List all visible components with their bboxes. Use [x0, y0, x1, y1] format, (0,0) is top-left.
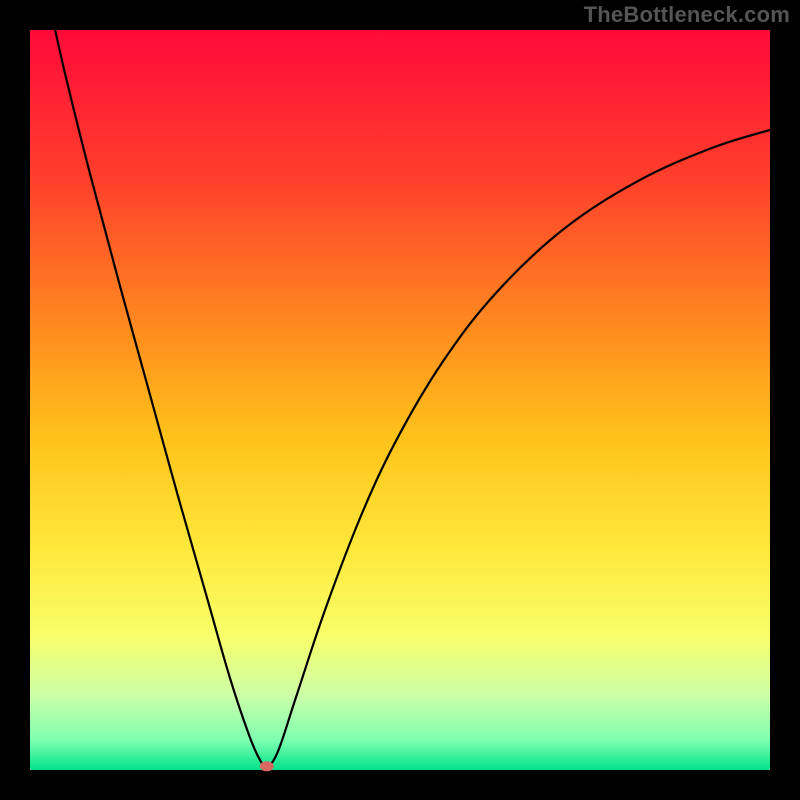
target-marker: [260, 761, 274, 771]
bottleneck-chart: [0, 0, 800, 800]
chart-frame: { "watermark": "TheBottleneck.com", "cha…: [0, 0, 800, 800]
chart-background: [30, 30, 770, 770]
watermark-label: TheBottleneck.com: [584, 2, 790, 28]
